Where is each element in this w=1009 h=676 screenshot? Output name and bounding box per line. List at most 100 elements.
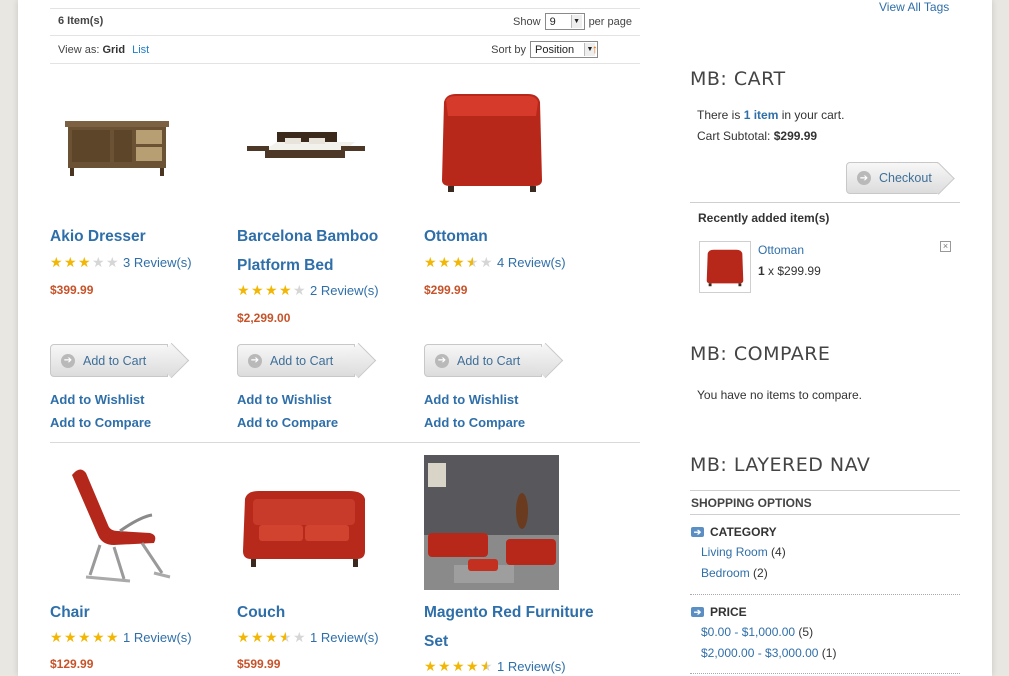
filter-option-link[interactable]: Bedroom	[701, 566, 750, 580]
view-all-tags-link[interactable]: View All Tags	[879, 0, 949, 14]
product-rating: ★ ★ ★ ★ ★ 2 Review(s)	[237, 280, 417, 300]
filter-option: Bedroom (2)	[701, 566, 768, 580]
view-list-link[interactable]: List	[132, 44, 149, 56]
product-name-line2: Platform Bed	[237, 257, 334, 274]
cart-summary: There is 1 item in your cart.	[697, 108, 844, 122]
product-image-bed[interactable]	[237, 80, 372, 215]
product-price: $399.99	[50, 283, 94, 297]
star-rating-icon: ★ ★ ★ ★ ★	[237, 282, 306, 298]
mini-product-times: x	[768, 264, 775, 278]
row-divider	[50, 442, 640, 443]
view-grid-current: Grid	[102, 44, 126, 56]
product-rating: ★ ★ ★ ★ ★ 4 Review(s)	[424, 252, 604, 272]
filter-price-title[interactable]: ➔ PRICE	[691, 605, 747, 619]
per-page-suffix: per page	[588, 15, 632, 28]
product-name-link[interactable]: Akio Dresser	[50, 222, 230, 251]
product-name-link[interactable]: Magento Red Furniture Set	[424, 598, 604, 656]
add-to-cart-label: Add to Cart	[83, 353, 147, 368]
add-to-compare-link[interactable]: Add to Compare	[424, 415, 525, 430]
product-item: Couch ★ ★ ★ ★ ★ 1 Review(s) $599.99	[237, 455, 417, 671]
add-to-wishlist-link[interactable]: Add to Wishlist	[424, 392, 519, 407]
view-as-label: View as:	[58, 44, 100, 56]
per-page-select[interactable]: 9 ▼	[544, 13, 585, 30]
product-name-link[interactable]: Barcelona Bamboo Platform Bed	[237, 222, 417, 280]
product-name-link[interactable]: Ottoman	[424, 222, 604, 251]
product-rating: ★ ★ ★ ★ ★ 1 Review(s)	[424, 656, 604, 676]
view-mode: View as: Grid List	[58, 44, 149, 56]
star-rating-icon: ★ ★ ★ ★ ★	[237, 629, 306, 645]
product-image-dresser[interactable]	[50, 80, 185, 215]
limiter: Show 9 ▼ per page	[513, 13, 632, 30]
add-to-cart-button[interactable]: ➔ Add to Cart	[424, 344, 542, 377]
reviews-link[interactable]: 1 Review(s)	[497, 659, 566, 674]
arrow-right-icon: ➔	[61, 353, 75, 368]
reviews-link[interactable]: 3 Review(s)	[123, 255, 192, 270]
add-to-cart-label: Add to Cart	[457, 353, 521, 368]
add-to-wishlist-link[interactable]: Add to Wishlist	[237, 392, 332, 407]
arrow-right-icon: ➔	[248, 353, 262, 368]
filter-option-count: (1)	[821, 646, 837, 660]
sort-by: Sort by Position ▼	[491, 41, 598, 58]
sort-direction-icon[interactable]: ↑	[592, 42, 598, 56]
sort-by-select[interactable]: Position ▼	[530, 41, 598, 58]
add-to-cart-label: Add to Cart	[270, 353, 334, 368]
recently-added-title: Recently added item(s)	[698, 211, 830, 225]
product-image-chair[interactable]	[50, 455, 185, 590]
item-count: 6 Item(s)	[58, 15, 104, 27]
sort-value: Position	[535, 43, 575, 56]
cart-in-your-cart: in your cart.	[781, 108, 845, 122]
compare-empty-text: You have no items to compare.	[697, 388, 862, 402]
filter-option-link[interactable]: $2,000.00 - $3,000.00	[701, 646, 818, 660]
product-price: $299.99	[424, 283, 468, 297]
mini-product-image-ottoman[interactable]	[699, 241, 751, 293]
layered-nav-title: MB: LAYERED NAV	[690, 454, 871, 476]
cart-item-count-link[interactable]: 1 item	[744, 108, 779, 122]
product-name-link[interactable]: Couch	[237, 598, 417, 627]
add-to-cart-button[interactable]: ➔ Add to Cart	[237, 344, 355, 377]
product-rating: ★ ★ ★ ★ ★ 1 Review(s)	[50, 627, 230, 647]
filter-option-link[interactable]: $0.00 - $1,000.00	[701, 625, 795, 639]
filter-category-label: CATEGORY	[710, 525, 777, 539]
filter-category-title[interactable]: ➔ CATEGORY	[691, 525, 777, 539]
mini-product-price: $299.99	[777, 264, 821, 278]
product-item: Chair ★ ★ ★ ★ ★ 1 Review(s) $129.99	[50, 455, 230, 671]
cart-divider	[690, 202, 960, 203]
add-to-compare-link[interactable]: Add to Compare	[237, 415, 338, 430]
sort-by-label: Sort by	[491, 43, 526, 56]
add-to-compare-link[interactable]: Add to Compare	[50, 415, 151, 430]
product-price: $599.99	[237, 657, 281, 671]
reviews-link[interactable]: 4 Review(s)	[497, 255, 566, 270]
reviews-link[interactable]: 1 Review(s)	[310, 630, 379, 645]
star-rating-icon: ★ ★ ★ ★ ★	[50, 254, 119, 270]
product-rating: ★ ★ ★ ★ ★ 3 Review(s)	[50, 252, 230, 272]
checkout-button[interactable]: ➔ Checkout	[846, 162, 938, 194]
remove-item-icon[interactable]: ×	[940, 241, 951, 252]
star-rating-icon: ★ ★ ★ ★ ★	[50, 629, 119, 645]
product-item: Magento Red Furniture Set ★ ★ ★ ★ ★ 1 Review…	[424, 455, 604, 676]
reviews-link[interactable]: 1 Review(s)	[123, 630, 192, 645]
add-to-cart-button[interactable]: ➔ Add to Cart	[50, 344, 168, 377]
product-name-link[interactable]: Chair	[50, 598, 230, 627]
product-name-line2: Set	[424, 633, 449, 650]
show-label: Show	[513, 15, 541, 28]
product-item: Barcelona Bamboo Platform Bed ★ ★ ★ ★ ★ 2 Re…	[237, 80, 417, 325]
shopping-options-title: SHOPPING OPTIONS	[691, 496, 812, 510]
product-name-line1: Barcelona Bamboo	[237, 228, 379, 245]
product-image-couch[interactable]	[237, 455, 372, 590]
pager-toolbar: 6 Item(s) Show 9 ▼ per page	[50, 8, 640, 36]
filter-option-link[interactable]: Living Room	[701, 545, 768, 559]
per-page-value: 9	[549, 15, 556, 28]
cart-subtotal-value: $299.99	[773, 129, 818, 143]
mini-product-name-link[interactable]: Ottoman	[758, 243, 804, 257]
chevron-down-icon: ▼	[570, 15, 582, 28]
product-rating: ★ ★ ★ ★ ★ 1 Review(s)	[237, 627, 417, 647]
filter-price-label: PRICE	[710, 605, 747, 619]
cart-subtotal: Cart Subtotal: $299.99	[697, 129, 817, 143]
reviews-link[interactable]: 2 Review(s)	[310, 283, 379, 298]
filter-option: $0.00 - $1,000.00 (5)	[701, 625, 813, 639]
product-image-furniture-set[interactable]	[424, 455, 559, 590]
product-image-ottoman[interactable]	[424, 80, 559, 215]
star-rating-icon: ★ ★ ★ ★ ★	[424, 658, 493, 674]
add-to-wishlist-link[interactable]: Add to Wishlist	[50, 392, 145, 407]
arrow-right-icon: ➔	[691, 607, 704, 617]
